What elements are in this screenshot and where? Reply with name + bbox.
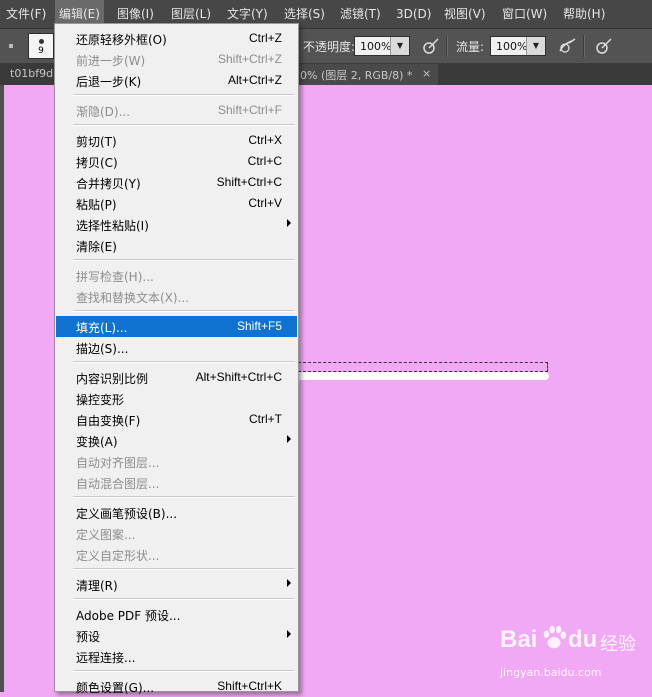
submenu-arrow-icon — [287, 435, 291, 443]
menu-item-paste[interactable]: 粘贴(P) Ctrl+V — [56, 193, 297, 214]
opacity-field[interactable]: 100% ▼ — [354, 36, 410, 56]
menu-item-content-aware-scale[interactable]: 内容识别比例 Alt+Shift+Ctrl+C — [56, 367, 297, 388]
menu-separator — [73, 94, 295, 96]
opacity-value: 100% — [360, 40, 392, 53]
menu-separator — [73, 496, 295, 498]
submenu-arrow-icon — [287, 630, 291, 638]
baidu-jingyan-watermark: Bai du 经验 jingyan.baidu.com — [498, 618, 648, 688]
menu-separator — [73, 310, 295, 312]
menu-file[interactable]: 文件(F) — [6, 0, 46, 28]
brush-preset-picker[interactable]: 9 — [28, 33, 54, 59]
menu-view[interactable]: 视图(V) — [444, 0, 486, 28]
flow-label: 流量: — [456, 40, 485, 54]
close-icon[interactable]: × — [422, 67, 431, 80]
menu-3d[interactable]: 3D(D) — [396, 0, 431, 28]
edit-menu: 还原轻移外框(O) Ctrl+Z 前进一步(W) Shift+Ctrl+Z 后退一步… — [54, 23, 299, 695]
airbrush-icon[interactable] — [557, 37, 577, 55]
opacity-label: 不透明度: — [303, 40, 356, 54]
white-stroke-shape — [298, 372, 549, 380]
grip-icon — [9, 44, 13, 48]
chevron-down-icon[interactable]: ▼ — [526, 37, 545, 55]
menu-item-auto-align-layers[interactable]: 自动对齐图层... — [56, 451, 297, 472]
brush-size-value: 9 — [38, 46, 44, 56]
menu-window[interactable]: 窗口(W) — [502, 0, 547, 28]
menu-item-presets[interactable]: 预设 — [56, 625, 297, 646]
document-tab-title: 0% (图层 2, RGB/8) * — [300, 69, 413, 82]
menu-item-stroke[interactable]: 描边(S)... — [56, 337, 297, 358]
watermark-brand-cn: 经验 — [600, 634, 636, 655]
submenu-arrow-icon — [287, 579, 291, 587]
menu-item-clear[interactable]: 清除(E) — [56, 235, 297, 256]
watermark-brand-bai: Bai — [500, 626, 538, 653]
menu-item-check-spelling[interactable]: 拼写检查(H)... — [56, 265, 297, 286]
menu-help[interactable]: 帮助(H) — [563, 0, 605, 28]
menu-item-fill[interactable]: 填充(L)... Shift+F5 — [56, 316, 297, 337]
submenu-arrow-icon — [287, 219, 291, 227]
menu-item-purge[interactable]: 清理(R) — [56, 574, 297, 595]
menu-item-puppet-warp[interactable]: 操控变形 — [56, 388, 297, 409]
flow-value: 100% — [496, 40, 528, 53]
watermark-url: jingyan.baidu.com — [500, 666, 602, 679]
menu-separator — [73, 598, 295, 600]
options-separator — [446, 35, 448, 57]
document-tab-active[interactable]: 0% (图层 2, RGB/8) * × — [298, 64, 438, 85]
menu-item-copy-merged[interactable]: 合并拷贝(Y) Shift+Ctrl+C — [56, 172, 297, 193]
menu-item-fade[interactable]: 渐隐(D)... Shift+Ctrl+F — [56, 100, 297, 121]
selection-marquee — [298, 362, 549, 381]
menu-item-transform[interactable]: 变换(A) — [56, 430, 297, 451]
menu-item-step-forward[interactable]: 前进一步(W) Shift+Ctrl+Z — [56, 49, 297, 70]
flow-field[interactable]: 100% ▼ — [490, 36, 546, 56]
menu-item-auto-blend-layers[interactable]: 自动混合图层... — [56, 472, 297, 493]
options-separator — [583, 35, 585, 57]
pressure-opacity-icon[interactable] — [421, 37, 441, 55]
menu-item-color-settings[interactable]: 颜色设置(G)... Shift+Ctrl+K — [56, 676, 297, 697]
menu-separator — [73, 259, 295, 261]
pressure-size-icon[interactable] — [594, 37, 614, 55]
menu-item-copy[interactable]: 拷贝(C) Ctrl+C — [56, 151, 297, 172]
menu-separator — [73, 670, 295, 672]
menu-item-step-backward[interactable]: 后退一步(K) Alt+Ctrl+Z — [56, 70, 297, 91]
menu-item-define-pattern[interactable]: 定义图案... — [56, 523, 297, 544]
menu-item-paste-special[interactable]: 选择性粘贴(I) — [56, 214, 297, 235]
menu-item-define-brush[interactable]: 定义画笔预设(B)... — [56, 502, 297, 523]
menu-item-adobe-pdf-presets[interactable]: Adobe PDF 预设... — [56, 604, 297, 625]
menu-item-undo[interactable]: 还原轻移外框(O) Ctrl+Z — [56, 28, 297, 49]
menu-item-remote-connections[interactable]: 远程连接... — [56, 646, 297, 667]
brush-dot-icon — [39, 39, 44, 44]
marquee-dashes — [298, 362, 548, 372]
menu-item-define-custom-shape[interactable]: 定义自定形状... — [56, 544, 297, 565]
menu-item-cut[interactable]: 剪切(T) Ctrl+X — [56, 130, 297, 151]
tools-panel-edge — [0, 85, 4, 692]
document-tab-inactive[interactable]: t01bf9d — [10, 67, 53, 80]
menu-separator — [73, 361, 295, 363]
menu-item-free-transform[interactable]: 自由变换(F) Ctrl+T — [56, 409, 297, 430]
menu-separator — [73, 124, 295, 126]
menu-item-find-replace[interactable]: 查找和替换文本(X)... — [56, 286, 297, 307]
watermark-brand-du: du — [568, 626, 598, 653]
menu-filter[interactable]: 滤镜(T) — [340, 0, 381, 28]
paw-logo-icon — [543, 625, 567, 649]
chevron-down-icon[interactable]: ▼ — [390, 37, 409, 55]
menu-separator — [73, 568, 295, 570]
